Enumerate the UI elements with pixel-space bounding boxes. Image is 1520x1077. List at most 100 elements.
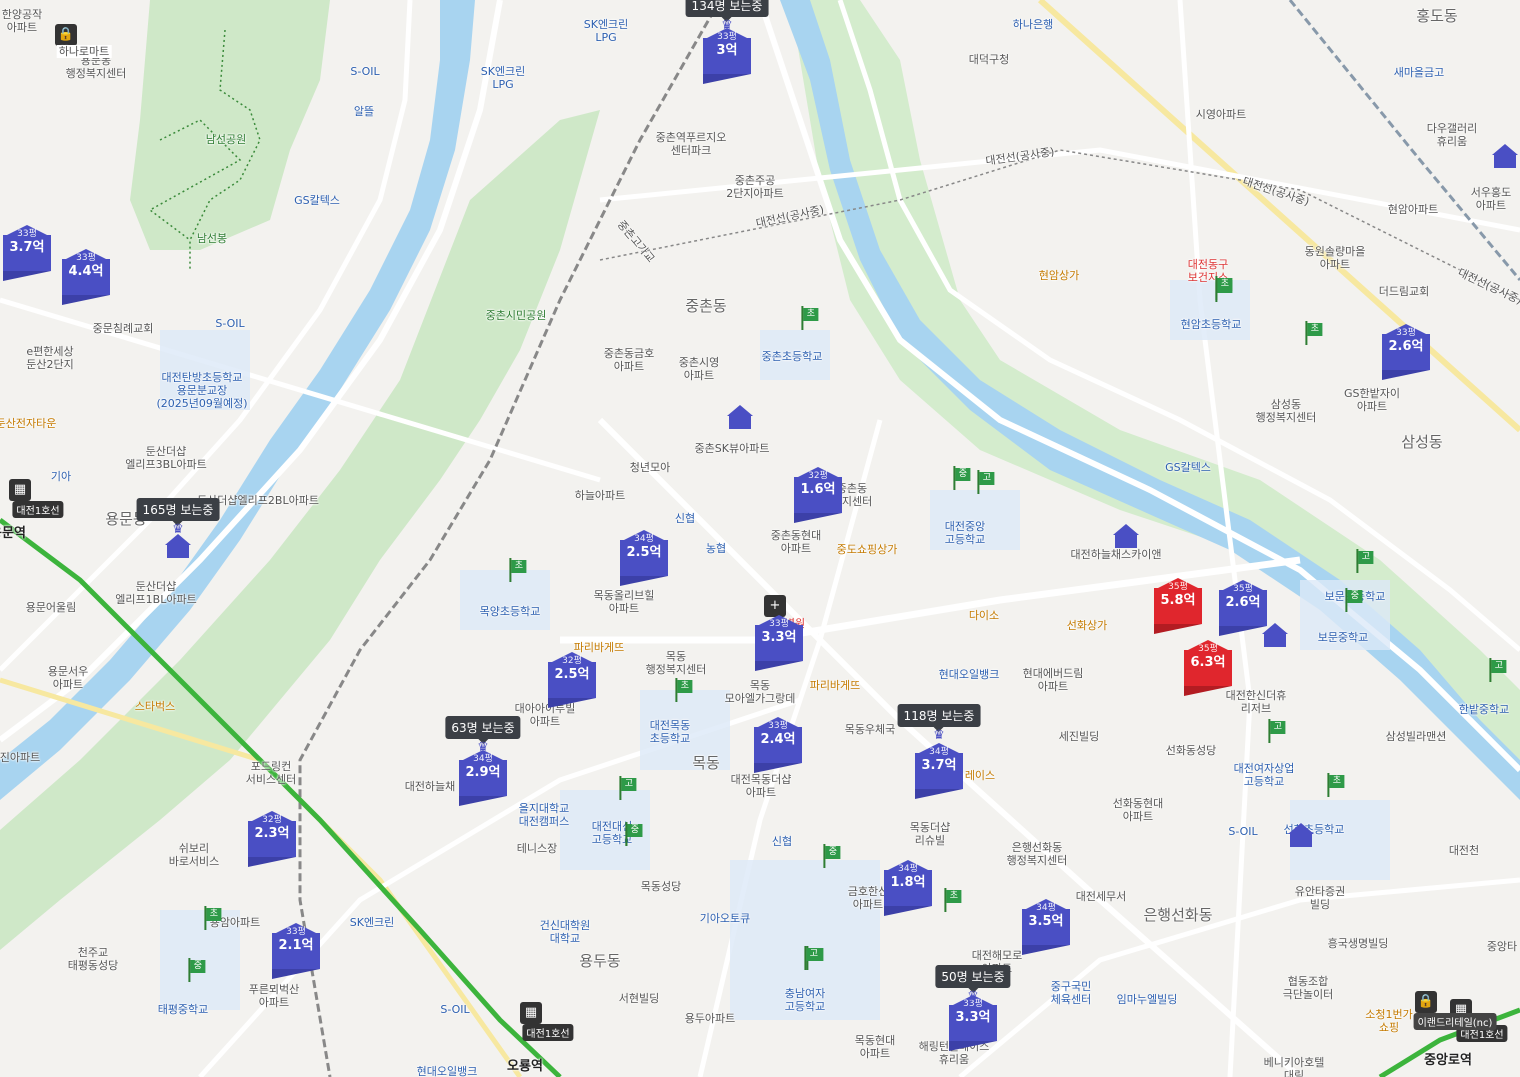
station-name[interactable]: 용문역 <box>0 522 26 541</box>
apartment-icon[interactable] <box>1492 144 1518 170</box>
poi-label[interactable]: 남선공원 <box>206 133 246 146</box>
school-flag-icon[interactable]: 중 <box>953 466 971 490</box>
school-flag-icon[interactable]: 중 <box>823 844 841 868</box>
price-marker[interactable]: 34평 1.8억 <box>884 860 932 916</box>
poi-label[interactable]: 선화상가 <box>1067 619 1107 632</box>
poi-label[interactable]: 신협 <box>675 512 695 525</box>
price-marker[interactable]: 33평 2.4억 <box>754 717 802 773</box>
poi-label[interactable]: 중촌SK뷰아파트 <box>695 442 770 455</box>
school-flag-icon[interactable]: 초 <box>509 558 527 582</box>
poi-label[interactable]: 흥국생명빌딩 <box>1328 937 1389 950</box>
apartment-icon[interactable] <box>727 405 753 431</box>
poi-label[interactable]: 진아파트 <box>0 751 40 764</box>
school-flag-icon[interactable]: 고 <box>1268 719 1286 743</box>
price-marker[interactable]: 33평 3.3억 <box>755 615 803 671</box>
school-flag-icon[interactable]: 고 <box>1489 658 1507 682</box>
poi-label[interactable]: SK엔크린 LPG <box>584 18 629 44</box>
poi-label[interactable]: 현암초등학교 <box>1181 318 1242 331</box>
poi-label[interactable]: 대전세무서 <box>1076 890 1127 903</box>
poi-label[interactable]: 목양초등학교 <box>480 605 541 618</box>
poi-label[interactable]: SK엔크린 <box>350 916 395 929</box>
poi-label[interactable]: 알뜰 <box>354 105 374 118</box>
poi-label[interactable]: 한양공작 아파트 <box>2 8 42 34</box>
poi-label[interactable]: 목동현대 아파트 <box>855 1034 895 1060</box>
poi-label[interactable]: 베니키아호텔 대림 <box>1264 1056 1325 1077</box>
poi-label[interactable]: 대전목동더샵 아파트 <box>731 773 792 799</box>
poi-label[interactable]: 더드림교회 <box>1379 285 1430 298</box>
viewers-badge[interactable]: 50명 보는중 <box>935 965 1011 993</box>
poi-label[interactable]: 천주교 태평동성당 <box>68 946 119 972</box>
poi-label[interactable]: 세진빌딩 <box>1059 730 1099 743</box>
poi-label[interactable]: 대전천 <box>1449 844 1479 857</box>
school-flag-icon[interactable]: 고 <box>977 470 995 494</box>
poi-label[interactable]: 한밭중학교 <box>1459 703 1510 716</box>
poi-label[interactable]: 테니스장 <box>517 842 557 855</box>
poi-label[interactable]: 임마누엘빌딩 <box>1117 993 1178 1006</box>
poi-label[interactable]: 이랜드리테일(nc) <box>1413 1013 1497 1030</box>
station-name[interactable]: 오룡역 <box>507 1055 543 1074</box>
map-view[interactable]: 중촌동 목동 용문동 용두동 은행선화동 삼성동 홍도동 한양공작 아파트 용문… <box>0 0 1520 1077</box>
poi-label[interactable]: 서우홍도 아파트 <box>1471 186 1511 212</box>
poi-label[interactable]: 용문서우 아파트 <box>48 665 88 691</box>
mart-icon[interactable]: 🔒 <box>55 24 77 46</box>
poi-label[interactable]: 하나은행 <box>1013 18 1053 31</box>
viewers-badge[interactable]: 118명 보는중 <box>897 704 981 732</box>
poi-label[interactable]: 소청1번가 쇼핑 <box>1365 1008 1412 1034</box>
subway-station-icon[interactable]: ▦ <box>520 1002 542 1024</box>
poi-label[interactable]: 동원솔량마을 아파트 <box>1305 245 1366 271</box>
price-marker[interactable]: 33평 3억 <box>703 28 751 84</box>
poi-label[interactable]: 을지대학교 대전캠퍼스 <box>519 802 570 828</box>
price-marker[interactable]: 34평 2.5억 <box>620 530 668 586</box>
poi-label[interactable]: 둔산전자타운 <box>0 417 56 430</box>
price-marker[interactable]: 32평 1.6억 <box>794 467 842 523</box>
poi-label[interactable]: 둔산더샵 엘리프1BL아파트 <box>115 580 196 606</box>
poi-label[interactable]: 현대오일뱅크 <box>417 1065 478 1077</box>
poi-label[interactable]: 협동조합 극단놀이터 <box>1283 975 1334 1001</box>
poi-label[interactable]: 대전중앙 고등학교 <box>945 520 985 546</box>
viewers-badge[interactable]: 134명 보는중 <box>685 0 769 22</box>
price-marker[interactable]: 35평 6.3억 <box>1184 640 1232 696</box>
poi-label[interactable]: 기아 <box>51 470 71 483</box>
poi-label[interactable]: 선화동성당 <box>1166 744 1217 757</box>
school-flag-icon[interactable]: 초 <box>675 678 693 702</box>
poi-label[interactable]: 대전목동 초등학교 <box>650 719 690 745</box>
price-marker[interactable]: 35평 2.6억 <box>1219 580 1267 636</box>
poi-label[interactable]: 중문침례교회 <box>93 322 154 335</box>
poi-label[interactable]: 현암상가 <box>1039 269 1079 282</box>
school-flag-icon[interactable]: 초 <box>1215 276 1233 300</box>
school-flag-icon[interactable]: 고 <box>804 946 822 970</box>
poi-label[interactable]: 스타벅스 <box>135 700 175 713</box>
poi-label[interactable]: 대전한신더휴 리저브 <box>1226 689 1287 715</box>
price-marker[interactable]: 33평 2.1억 <box>272 923 320 979</box>
shopping-icon[interactable]: 🔒 <box>1415 991 1437 1013</box>
poi-label[interactable]: 새마을금고 <box>1394 66 1445 79</box>
price-marker[interactable]: 35평 5.8억 <box>1154 578 1202 634</box>
poi-label[interactable]: S-OIL <box>215 317 244 330</box>
poi-label[interactable]: 하나로마트 <box>56 45 112 58</box>
school-flag-icon[interactable]: 고 <box>1356 549 1374 573</box>
school-flag-icon[interactable]: 고 <box>619 776 637 800</box>
poi-label[interactable]: 현대에버드림 아파트 <box>1023 667 1084 693</box>
poi-label[interactable]: 중구국민 체육센터 <box>1051 980 1091 1006</box>
viewers-badge[interactable]: 165명 보는중 <box>136 498 220 526</box>
poi-label[interactable]: 중촌역푸르지오 센터파크 <box>656 131 727 157</box>
school-flag-icon[interactable]: 초 <box>1327 773 1345 797</box>
poi-label[interactable]: 기아오토큐 <box>700 912 751 925</box>
poi-label[interactable]: 삼성동 행정복지센터 <box>1256 398 1317 424</box>
poi-label[interactable]: 중촌시영 아파트 <box>679 356 719 382</box>
poi-label[interactable]: 중도쇼핑상가 <box>837 543 898 556</box>
poi-label[interactable]: 중촌주공 2단지아파트 <box>726 174 784 200</box>
poi-label[interactable]: 은행선화동 행정복지센터 <box>1007 841 1068 867</box>
poi-label[interactable]: 대전여자상업 고등학교 <box>1234 762 1295 788</box>
poi-label[interactable]: 목동 행정복지센터 <box>646 650 707 676</box>
poi-label[interactable]: GS한밭자이 아파트 <box>1344 387 1400 413</box>
poi-label[interactable]: 둔산더샵 엘리프3BL아파트 <box>125 445 206 471</box>
poi-label[interactable]: 삼성빌라맨션 <box>1386 730 1447 743</box>
price-marker[interactable]: 33평 4.4억 <box>62 249 110 305</box>
school-flag-icon[interactable]: 초 <box>801 306 819 330</box>
price-marker[interactable]: 33평 2.6억 <box>1382 324 1430 380</box>
poi-label[interactable]: 시영아파트 <box>1196 108 1247 121</box>
poi-label[interactable]: 서현빌딩 <box>619 992 659 1005</box>
poi-label[interactable]: 태평중학교 <box>158 1003 209 1016</box>
poi-label[interactable]: 포드링컨 서비스센터 <box>246 760 297 786</box>
